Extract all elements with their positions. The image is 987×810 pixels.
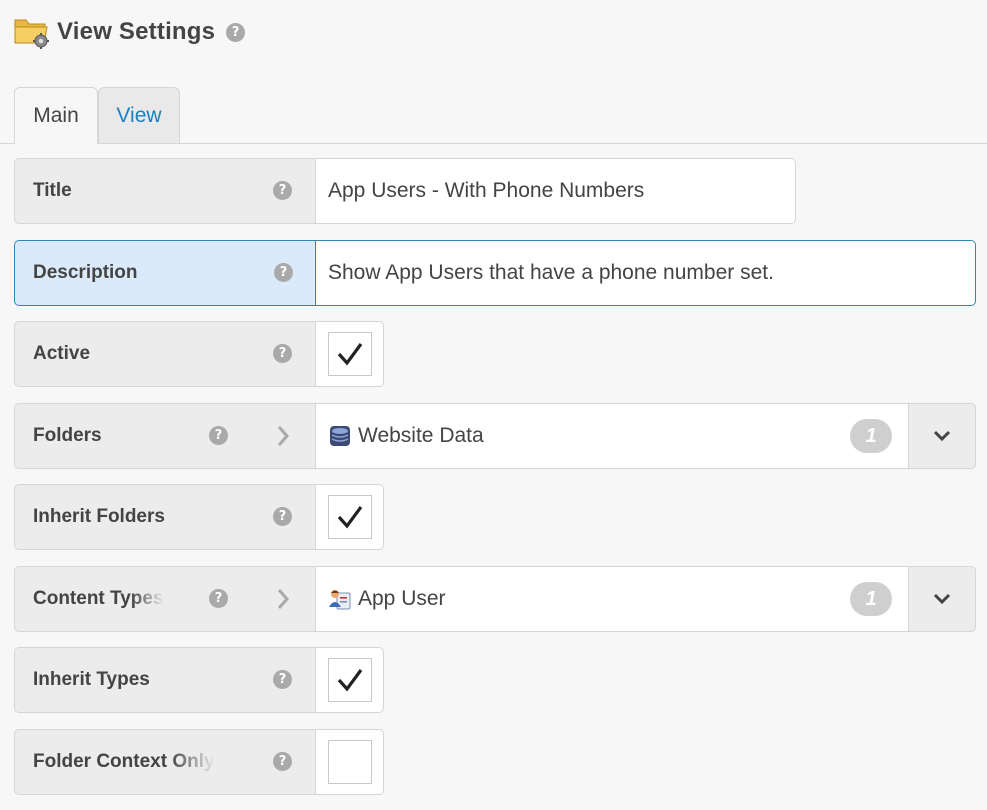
help-icon[interactable]: ?: [273, 670, 292, 689]
tab-bar: Main View: [14, 87, 180, 144]
inherit-folders-checkbox[interactable]: [327, 495, 372, 539]
checkmark-icon: [337, 506, 362, 529]
folders-dropdown-button[interactable]: [908, 403, 976, 469]
active-label: Active ?: [14, 321, 316, 387]
title-label: Title ?: [14, 158, 316, 224]
help-icon[interactable]: ?: [209, 589, 228, 608]
checkmark-icon: [337, 343, 362, 366]
help-icon[interactable]: ?: [273, 344, 292, 363]
help-icon[interactable]: ?: [273, 181, 292, 200]
tab-view[interactable]: View: [98, 87, 180, 143]
inherit-folders-field: [315, 484, 384, 550]
tab-divider: [0, 143, 987, 144]
folder-context-only-label: Folder Context Only ?: [14, 729, 316, 795]
folder-settings-icon: [14, 15, 50, 49]
folders-label: Folders ?: [14, 403, 316, 469]
help-icon[interactable]: ?: [274, 263, 293, 282]
chevron-down-icon: [933, 593, 951, 605]
folder-context-only-label-text: Folder Context Only: [33, 751, 215, 772]
content-types-dropdown-button[interactable]: [908, 566, 976, 632]
database-icon: [330, 426, 350, 446]
folders-selected-value: Website Data: [358, 424, 484, 447]
active-label-text: Active: [33, 343, 91, 364]
content-types-select[interactable]: App User 1: [315, 566, 976, 632]
title-input[interactable]: App Users - With Phone Numbers: [315, 158, 796, 224]
app-user-icon: [329, 590, 351, 610]
active-checkbox[interactable]: [327, 332, 372, 376]
inherit-types-label-text: Inherit Types: [33, 669, 150, 690]
description-input[interactable]: Show App Users that have a phone number …: [315, 240, 976, 306]
chevron-right-icon[interactable]: [275, 587, 291, 611]
content-types-label: Content Types ?: [14, 566, 316, 632]
description-label-text: Description: [33, 262, 138, 283]
chevron-right-icon[interactable]: [275, 424, 291, 448]
content-types-label-text: Content Types: [33, 588, 164, 609]
help-icon[interactable]: ?: [273, 752, 292, 771]
inherit-types-checkbox[interactable]: [327, 658, 372, 702]
page-title: View Settings: [57, 18, 216, 45]
page-header: View Settings ?: [14, 14, 246, 50]
help-icon[interactable]: ?: [209, 426, 228, 445]
folders-select[interactable]: Website Data 1: [315, 403, 976, 469]
help-icon[interactable]: ?: [273, 507, 292, 526]
chevron-down-icon: [933, 430, 951, 442]
content-types-selected-value: App User: [358, 587, 446, 610]
folder-context-only-field: [315, 729, 384, 795]
inherit-types-label: Inherit Types ?: [14, 647, 316, 713]
description-label: Description ?: [14, 240, 316, 306]
folder-context-only-checkbox[interactable]: [327, 740, 372, 784]
active-field: [315, 321, 384, 387]
count-badge: 1: [850, 582, 892, 616]
folders-label-text: Folders: [33, 425, 102, 446]
count-badge: 1: [850, 419, 892, 453]
inherit-types-field: [315, 647, 384, 713]
title-label-text: Title: [33, 180, 72, 201]
inherit-folders-label: Inherit Folders ?: [14, 484, 316, 550]
inherit-folders-label-text: Inherit Folders: [33, 506, 165, 527]
tab-main[interactable]: Main: [14, 87, 98, 144]
help-icon[interactable]: ?: [226, 22, 246, 42]
checkmark-icon: [337, 669, 362, 692]
